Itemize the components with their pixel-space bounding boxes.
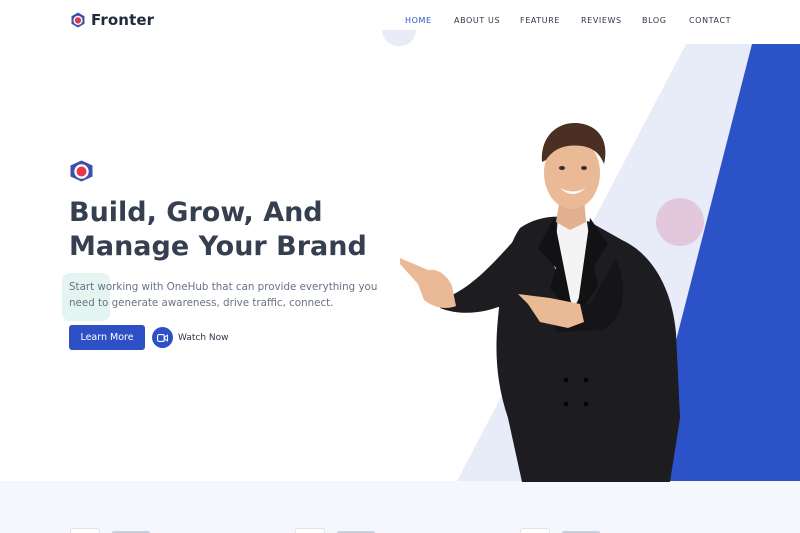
nav-item-reviews[interactable]: REVIEWS <box>581 16 622 25</box>
hero-title-line-2: Manage Your Brand <box>69 231 367 262</box>
learn-more-button[interactable]: Learn More <box>69 325 145 350</box>
feature-icon-box <box>520 528 550 533</box>
hero-person-image <box>400 122 680 482</box>
main-nav: HOME ABOUT US FEATURE REVIEWS BLOG CONTA… <box>0 16 800 28</box>
hero-hexagon-icon <box>70 160 93 182</box>
hero-title: Build, Grow, And Manage Your Brand <box>69 196 409 264</box>
nav-item-blog[interactable]: BLOG <box>642 16 667 25</box>
hero-actions: Learn More Watch Now <box>69 325 228 350</box>
nav-item-contact[interactable]: CONTACT <box>689 16 731 25</box>
site-header: Fronter HOME ABOUT US FEATURE REVIEWS BL… <box>0 0 800 44</box>
feature-icon-box <box>295 528 325 533</box>
feature-card <box>520 528 600 533</box>
nav-item-home[interactable]: HOME <box>405 16 432 25</box>
feature-card <box>70 528 150 533</box>
nav-item-about-us[interactable]: ABOUT US <box>454 16 500 25</box>
features-section-strip <box>0 481 800 533</box>
hero-title-line-1: Build, Grow, And <box>69 197 323 228</box>
feature-icon-box <box>70 528 100 533</box>
video-camera-icon <box>152 327 173 348</box>
hero-description: Start working with OneHub that can provi… <box>69 281 378 309</box>
landing-page: Fronter HOME ABOUT US FEATURE REVIEWS BL… <box>0 0 800 533</box>
watch-now-label: Watch Now <box>178 332 229 343</box>
feature-card <box>295 528 375 533</box>
decorative-circle-pink <box>656 198 704 246</box>
watch-now-button[interactable]: Watch Now <box>152 327 228 348</box>
nav-item-feature[interactable]: FEATURE <box>520 16 560 25</box>
